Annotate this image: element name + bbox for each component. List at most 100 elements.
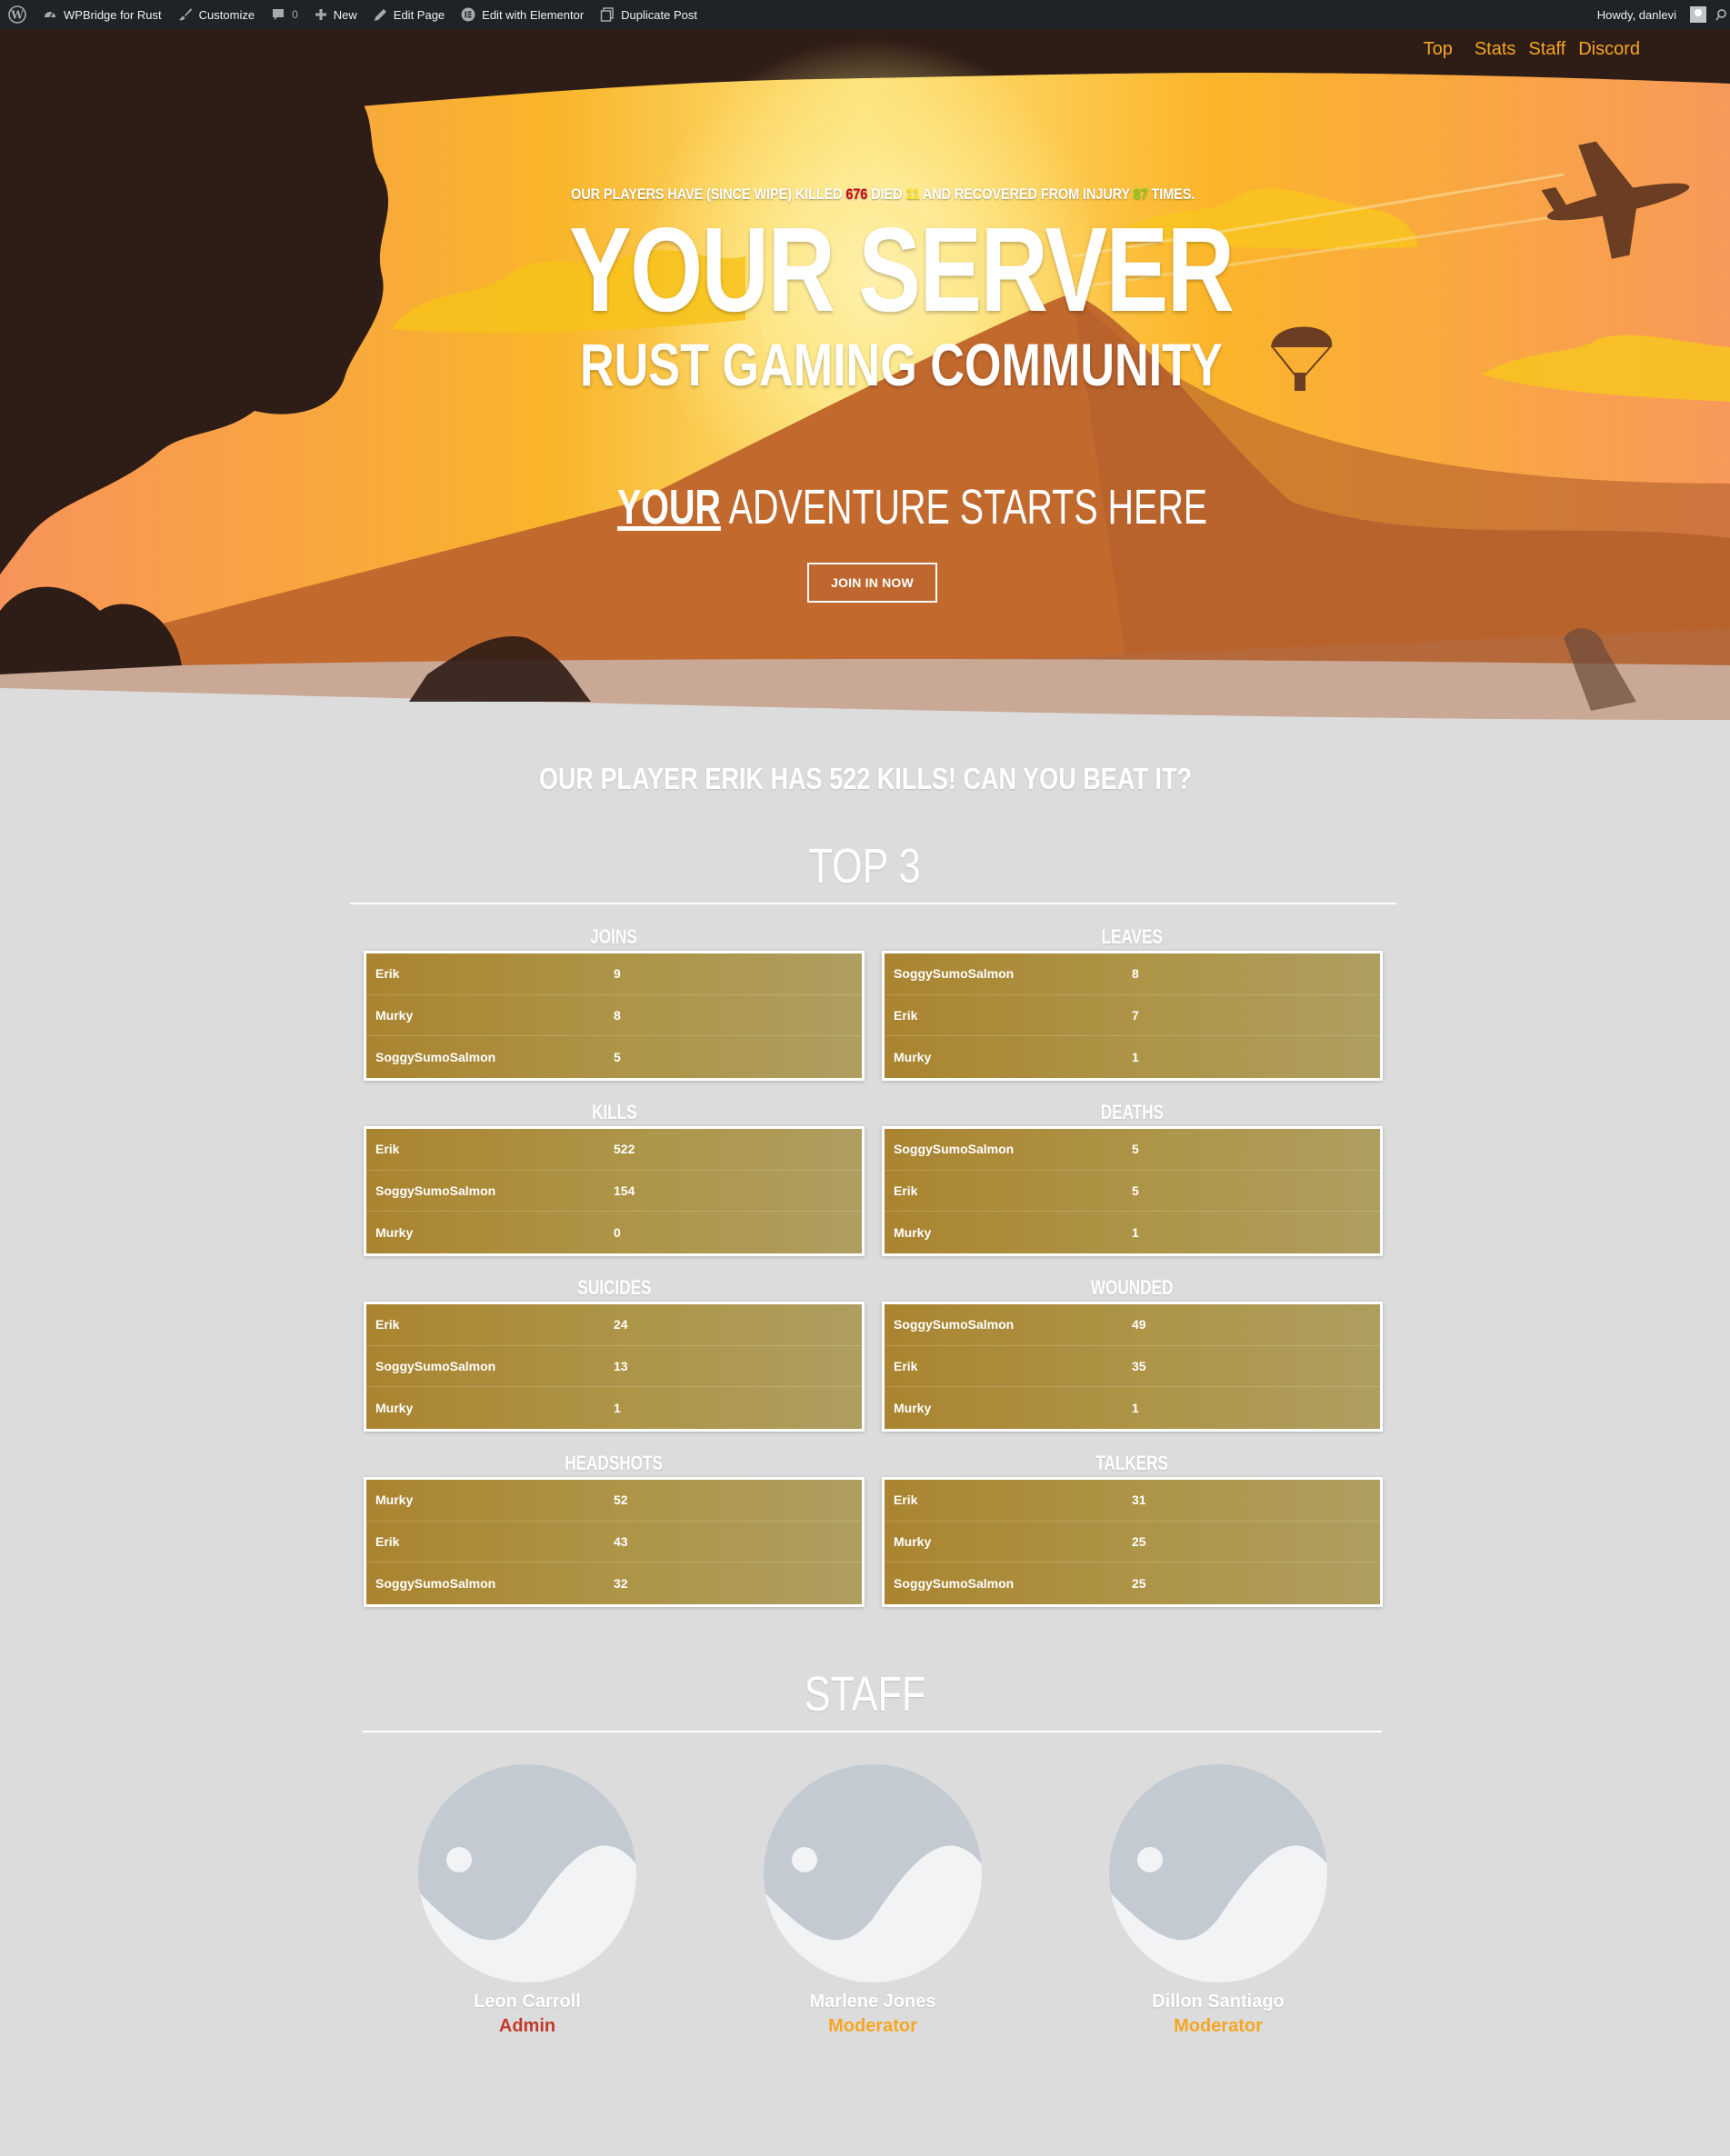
stat-block-headshots: HEADSHOTS Murky 52 Erik 43 SoggySumoSalmon 32 xyxy=(364,1450,865,1607)
player-name: SoggySumoSalmon xyxy=(894,1317,1015,1333)
player-value: 31 xyxy=(1132,1492,1146,1508)
staff-name: Leon Carroll xyxy=(474,1991,581,2011)
plus-icon xyxy=(315,9,326,20)
player-name: SoggySumoSalmon xyxy=(894,966,1015,982)
table-row: SoggySumoSalmon 5 xyxy=(366,1036,862,1078)
player-value: 8 xyxy=(614,1007,621,1023)
player-name: SoggySumoSalmon xyxy=(375,1358,496,1373)
player-value: 25 xyxy=(1132,1533,1146,1549)
table-row: Erik 9 xyxy=(366,953,862,995)
admin-duplicate-post[interactable]: Duplicate Post xyxy=(592,0,705,29)
table-row: Murky 1 xyxy=(885,1387,1380,1429)
top3-divider xyxy=(350,903,1396,904)
new-label: New xyxy=(333,7,357,22)
table-row: Murky 25 xyxy=(885,1522,1380,1563)
top3-title: TOP 3 xyxy=(0,838,1730,894)
admin-edit-elementor[interactable]: Edit with Elementor xyxy=(453,0,592,29)
staff-title-text: STAFF xyxy=(804,1667,926,1722)
stat-table: Erik 31 Murky 25 SoggySumoSalmon 25 xyxy=(882,1477,1383,1607)
stat-label: WOUNDED xyxy=(882,1274,1383,1302)
table-row: Erik 5 xyxy=(885,1171,1380,1213)
stat-label: DEATHS xyxy=(882,1099,1383,1126)
table-row: SoggySumoSalmon 8 xyxy=(885,953,1380,995)
stat-prefix: OUR PLAYERS HAVE (SINCE WIPE) KILLED xyxy=(571,185,843,203)
stat-block-talkers: TALKERS Erik 31 Murky 25 SoggySumoSalmon 25 xyxy=(882,1450,1383,1607)
nav-staff[interactable]: Staff xyxy=(1528,39,1565,60)
died-count: 11 xyxy=(905,185,920,203)
player-value: 32 xyxy=(614,1575,628,1591)
stat-label: LEAVES xyxy=(882,923,1383,951)
player-value: 49 xyxy=(1132,1317,1146,1333)
staff-role: Moderator xyxy=(828,2016,917,2036)
stat-label: KILLS xyxy=(364,1099,865,1126)
stat-label: TALKERS xyxy=(882,1450,1383,1477)
player-value: 9 xyxy=(614,966,621,982)
staff-divider xyxy=(363,1731,1382,1732)
player-value: 522 xyxy=(614,1142,635,1157)
admin-account[interactable]: Howdy, danlevi xyxy=(1589,0,1710,29)
table-row: Murky 52 xyxy=(366,1480,862,1522)
admin-customize[interactable]: Customize xyxy=(170,0,263,29)
wp-admin-bar: W WPBridge for Rust Customize 0 New Edit… xyxy=(0,0,1730,29)
stat-block-leaves: LEAVES SoggySumoSalmon 8 Erik 7 Murky 1 xyxy=(882,923,1383,1081)
duplicate-icon xyxy=(600,7,614,22)
stat-label-text: WOUNDED xyxy=(1091,1276,1174,1299)
stat-label-text: TALKERS xyxy=(1095,1452,1169,1474)
table-row: Erik 43 xyxy=(366,1522,862,1563)
player-name: SoggySumoSalmon xyxy=(375,1575,496,1591)
player-value: 1 xyxy=(1132,1400,1139,1415)
player-value: 43 xyxy=(614,1533,628,1549)
site-name-label: WPBridge for Rust xyxy=(64,7,162,22)
player-name: SoggySumoSalmon xyxy=(375,1049,496,1064)
player-value: 154 xyxy=(614,1183,635,1198)
player-name: Erik xyxy=(894,1183,918,1198)
staff-role: Admin xyxy=(498,2016,556,2036)
dashboard-icon xyxy=(45,12,55,18)
stat-table: SoggySumoSalmon 8 Erik 7 Murky 1 xyxy=(882,951,1383,1081)
nav-top[interactable]: Top xyxy=(1424,39,1453,60)
pencil-icon xyxy=(374,8,386,21)
table-row: Murky 1 xyxy=(885,1036,1380,1078)
died-label: DIED xyxy=(871,185,903,203)
comment-bubble-icon xyxy=(273,9,285,20)
svg-text:W: W xyxy=(10,9,24,22)
nav-stats[interactable]: Stats xyxy=(1475,39,1516,60)
default-avatar-icon xyxy=(1109,1764,1327,1982)
staff-name: Dillon Santiago xyxy=(1152,1991,1285,2011)
stat-label-text: DEATHS xyxy=(1100,1101,1165,1123)
stat-label-text: KILLS xyxy=(591,1101,637,1123)
player-name: Murky xyxy=(894,1533,932,1549)
join-in-now-button[interactable]: JOIN IN NOW xyxy=(807,563,937,603)
table-row: Murky 0 xyxy=(366,1212,862,1253)
table-row: SoggySumoSalmon 32 xyxy=(366,1562,862,1604)
nav-discord[interactable]: Discord xyxy=(1578,39,1640,60)
staff-card: Leon Carroll Admin xyxy=(409,1764,645,2037)
stat-label-text: LEAVES xyxy=(1101,925,1164,948)
stat-table: Murky 52 Erik 43 SoggySumoSalmon 32 xyxy=(364,1477,865,1607)
stat-label: JOINS xyxy=(364,923,865,951)
admin-new[interactable]: New xyxy=(306,0,365,29)
staff-title: STAFF xyxy=(0,1666,1730,1722)
table-row: Erik 24 xyxy=(366,1304,862,1346)
admin-comments[interactable]: 0 xyxy=(263,0,306,29)
table-row: Erik 522 xyxy=(366,1129,862,1171)
duplicate-post-label: Duplicate Post xyxy=(621,7,697,22)
player-name: SoggySumoSalmon xyxy=(894,1575,1015,1591)
stat-block-wounded: WOUNDED SoggySumoSalmon 49 Erik 35 Murky 1 xyxy=(882,1274,1383,1432)
admin-search[interactable] xyxy=(1710,0,1730,29)
staff-avatar xyxy=(764,1764,982,1982)
edit-elementor-label: Edit with Elementor xyxy=(482,7,585,22)
wordpress-logo-icon[interactable]: W xyxy=(0,0,35,29)
comments-count: 0 xyxy=(292,8,298,21)
player-name: Erik xyxy=(894,1007,918,1023)
top3-title-text: TOP 3 xyxy=(808,839,922,893)
table-row: Erik 31 xyxy=(885,1480,1380,1522)
hero-title: YOUR SERVER xyxy=(569,203,1235,336)
admin-site-name[interactable]: WPBridge for Rust xyxy=(35,0,170,29)
admin-edit-page[interactable]: Edit Page xyxy=(365,0,453,29)
player-name: Murky xyxy=(375,1492,414,1508)
stat-block-suicides: SUICIDES Erik 24 SoggySumoSalmon 13 Murky 1 xyxy=(364,1274,865,1432)
player-name: Erik xyxy=(375,1317,400,1333)
staff-avatar xyxy=(1109,1764,1327,1982)
stat-block-deaths: DEATHS SoggySumoSalmon 5 Erik 5 Murky 1 xyxy=(882,1099,1383,1256)
